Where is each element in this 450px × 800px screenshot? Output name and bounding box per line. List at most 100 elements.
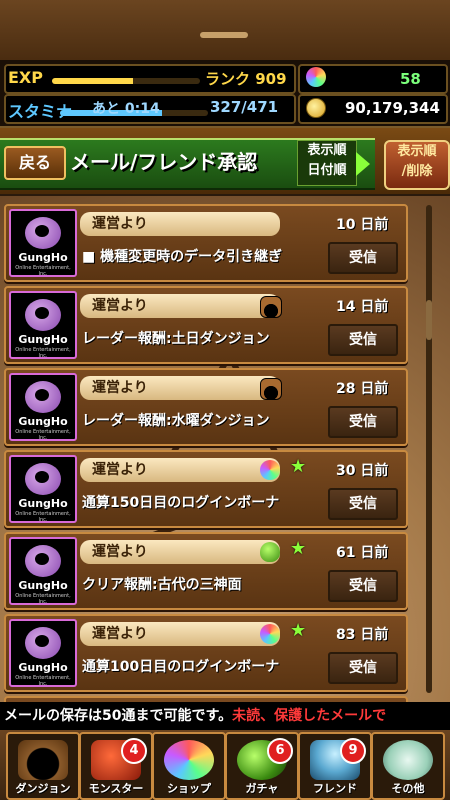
rank-text: ランク 909 [205,70,287,88]
mail-item[interactable]: GungHo Online Entertainment, Inc. 運営より ★ 61 … [4,532,408,610]
gungho-avatar: GungHo Online Entertainment, Inc. [9,537,77,605]
drag-handle [200,32,248,38]
back-button[interactable]: 戻る [4,146,66,180]
bottom-tab-bar: ダンジョン 4 モンスター ショップ 6 ガチャ 9 フレンド その他 [0,730,450,800]
mail-sender: 運営より [80,294,280,318]
notification-badge: 4 [121,738,147,764]
receive-button[interactable]: 受信 [328,324,398,356]
page-title: メール/フレンド承認 [70,150,258,174]
mail-date: 10 日前 [336,217,389,233]
tab-dungeon[interactable]: ダンジョン [6,732,80,800]
dungeon-gate-icon [18,740,68,780]
mail-list[interactable]: GungHo Online Entertainment, Inc. 運営より 10 日… [0,196,450,702]
gungho-logo-icon [25,627,61,659]
gungho-avatar: GungHo Online Entertainment, Inc. [9,209,77,277]
tab-gacha[interactable]: 6 ガチャ [225,732,299,800]
receive-button[interactable]: 受信 [328,242,398,274]
sort-delete-line2: /削除 [401,164,433,179]
storage-notice: メールの保存は50通まで可能です。未読、保護したメールで [0,702,450,730]
tab-label: フレンド [313,782,357,795]
sort-order-value: 日付順 [307,163,347,178]
gungho-logo-icon [25,463,61,495]
mail-item[interactable]: GungHo Online Entertainment, Inc. 運営より ★ 83 … [4,614,408,692]
avatar-logo-text: GungHo [18,661,68,674]
mail-item[interactable]: GungHo Online Entertainment, Inc. 運営より ★ 30 … [4,450,408,528]
rainbow-stone-icon [260,460,280,480]
scrollbar-thumb[interactable] [426,300,432,340]
avatar-sub-text: Online Entertainment, Inc. [15,675,71,687]
egg-icon [260,542,280,562]
avatar-logo-text: GungHo [18,579,68,592]
star-icon: ★ [290,620,307,641]
tab-friend[interactable]: 9 フレンド [298,732,372,800]
exp-label: EXP [8,68,43,87]
sort-delete-button[interactable]: 表示順 /削除 [384,140,450,190]
notice-text: メールの保存は50通まで可能です。 [4,708,233,724]
mail-sender: 運営より [80,540,280,564]
mail-item[interactable]: GungHo Online Entertainment, Inc. 運営より 28 日… [4,368,408,446]
coin-count: 90,179,344 [345,99,440,117]
receive-button[interactable]: 受信 [328,570,398,602]
mail-item[interactable]: GungHo Online Entertainment, Inc. 運営より 10 日… [4,204,408,282]
mail-subject: 通算100日目のログインボーナ [82,659,280,675]
tab-other[interactable]: その他 [371,732,445,800]
dungeon-icon [260,378,282,400]
avatar-logo-text: GungHo [18,251,68,264]
mail-subject: 通算150日目のログインボーナ [82,495,280,511]
mail-date: 30 日前 [336,463,389,479]
gungho-avatar: GungHo Online Entertainment, Inc. [9,291,77,359]
gungho-avatar: GungHo Online Entertainment, Inc. [9,619,77,687]
tab-label: ガチャ [245,782,279,795]
rainbow-stone-icon [260,624,280,644]
notification-badge: 9 [340,738,366,764]
avatar-sub-text: Online Entertainment, Inc. [15,511,71,523]
mail-subject: レーダー報酬:土日ダンジョン [82,331,270,347]
avatar-sub-text: Online Entertainment, Inc. [15,347,71,359]
top-strip [0,0,450,60]
receive-button[interactable]: 受信 [328,406,398,438]
tab-shop[interactable]: ショップ [152,732,226,800]
mail-sender: 運営より [80,376,280,400]
mail-subject: レーダー報酬:水曜ダンジョン [82,413,270,429]
question-mark-icon [383,740,433,780]
avatar-sub-text: Online Entertainment, Inc. [15,429,71,441]
exp-bar [52,78,200,84]
rainbow-stone-icon [306,67,326,87]
mail-subject: ■ 機種変更時のデータ引き継ぎ [82,249,283,265]
avatar-logo-text: GungHo [18,415,68,428]
receive-button[interactable]: 受信 [328,652,398,684]
receive-button[interactable]: 受信 [328,488,398,520]
avatar-sub-text: Online Entertainment, Inc. [15,265,71,277]
rainbow-stone-icon [164,740,214,780]
tab-label: その他 [391,782,425,795]
tab-label: モンスター [88,782,144,795]
avatar-logo-text: GungHo [18,497,68,510]
stamina-value: 327/471 [210,98,279,116]
gungho-avatar: GungHo Online Entertainment, Inc. [9,455,77,523]
notice-warning-text: 未読、保護したメールで [232,708,387,724]
mail-sender: 運営より [80,458,280,482]
dungeon-icon [260,296,282,318]
avatar-logo-text: GungHo [18,333,68,346]
stamina-remaining: あと 0:14 [92,101,160,117]
gungho-logo-icon [25,217,61,249]
gungho-logo-icon [25,299,61,331]
arrow-right-icon [356,152,370,176]
tab-monster[interactable]: 4 モンスター [79,732,153,800]
mail-date: 83 日前 [336,627,389,643]
mail-item[interactable]: GungHo Online Entertainment, Inc. 運営より 14 日… [4,286,408,364]
mail-date: 14 日前 [336,299,389,315]
coin-icon [306,98,326,118]
mail-sender: 運営より [80,212,280,236]
scrollbar-track[interactable] [426,205,432,693]
tab-label: ショップ [167,782,211,795]
avatar-sub-text: Online Entertainment, Inc. [15,593,71,605]
mail-date: 61 日前 [336,545,389,561]
sort-delete-line1: 表示順 [397,144,437,159]
tab-label: ダンジョン [15,782,71,795]
mail-subject: クリア報酬:古代の三神面 [82,577,242,593]
gem-count: 58 [400,70,421,88]
star-icon: ★ [290,456,307,477]
gungho-logo-icon [25,381,61,413]
star-icon: ★ [290,538,307,559]
